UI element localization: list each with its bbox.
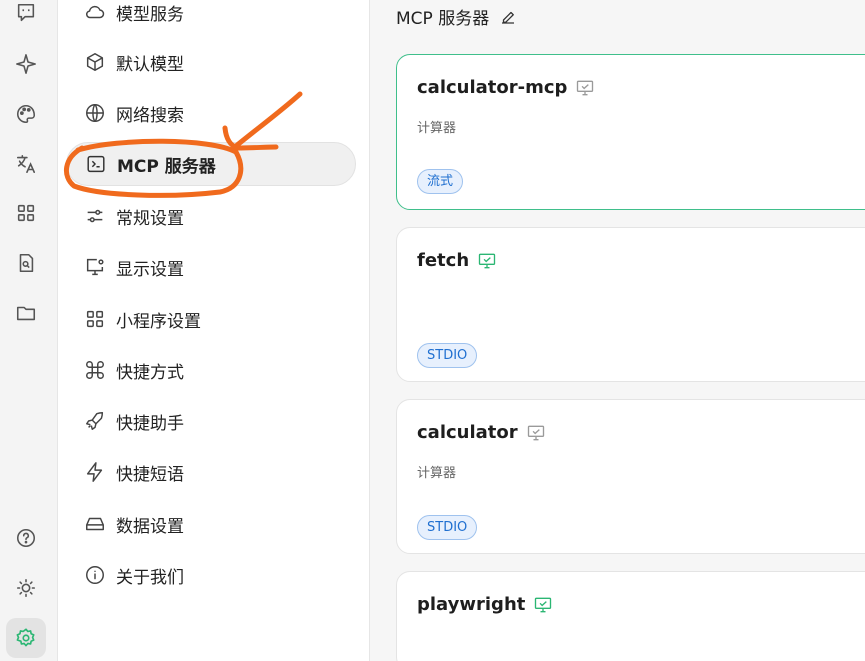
- apps-icon[interactable]: [9, 196, 43, 230]
- cloud-icon: [86, 5, 105, 19]
- server-name: playwright: [417, 594, 526, 615]
- menu-item-label: 快捷方式: [116, 362, 184, 383]
- server-type-tag: STDIO: [417, 515, 478, 540]
- menu-item-quick-assistant[interactable]: 快捷助手: [66, 399, 356, 443]
- menu-item-label: 网络搜索: [116, 105, 184, 126]
- help-icon[interactable]: [9, 521, 43, 555]
- menu-item-data-settings[interactable]: 数据设置: [66, 502, 356, 546]
- app-window: 模型服务 默认模型 网络搜索 MCP 服务器 常规设置 显示设置 小程序设置 快…: [0, 0, 865, 661]
- menu-item-web-search[interactable]: 网络搜索: [66, 91, 356, 135]
- menu-item-label: 显示设置: [116, 259, 184, 280]
- command-icon: [86, 361, 104, 379]
- document-search-icon[interactable]: [9, 246, 43, 280]
- sliders-icon: [87, 209, 103, 223]
- edit-icon[interactable]: [499, 8, 517, 26]
- menu-item-label: 默认模型: [116, 54, 184, 75]
- menu-item-miniapp-settings[interactable]: 小程序设置: [66, 297, 356, 341]
- globe-icon: [86, 104, 104, 122]
- server-name: calculator-mcp: [417, 77, 568, 98]
- mcp-server-panel: MCP 服务器 calculator-mcp 计算器 流式 fetch STDI…: [370, 0, 865, 661]
- monitor-icon: [527, 425, 544, 440]
- server-name: calculator: [417, 422, 518, 443]
- monitor-icon: [535, 597, 552, 612]
- translate-icon[interactable]: [9, 147, 43, 181]
- zap-icon: [86, 462, 103, 482]
- rocket-icon: [86, 412, 104, 430]
- menu-item-display-settings[interactable]: 显示设置: [66, 245, 356, 289]
- sparkle-icon[interactable]: [9, 47, 43, 81]
- cube-icon: [86, 53, 104, 71]
- menu-item-label: MCP 服务器: [117, 156, 216, 177]
- server-card[interactable]: playwright: [396, 571, 865, 661]
- server-name: fetch: [417, 250, 470, 271]
- menu-item-model-service[interactable]: 模型服务: [66, 0, 356, 34]
- menu-item-label: 常规设置: [116, 208, 184, 229]
- server-card[interactable]: calculator-mcp 计算器 流式: [396, 54, 865, 210]
- menu-item-label: 小程序设置: [116, 311, 201, 332]
- menu-item-mcp-servers[interactable]: MCP 服务器: [66, 142, 356, 186]
- server-type-tag: 流式: [417, 169, 464, 194]
- menu-item-shortcuts[interactable]: 快捷方式: [66, 348, 356, 392]
- server-description: 计算器: [417, 466, 457, 481]
- monitor-settings-icon: [86, 258, 104, 276]
- menu-item-label: 数据设置: [116, 516, 184, 537]
- drive-icon: [86, 517, 104, 531]
- server-card[interactable]: fetch STDIO: [396, 227, 865, 382]
- monitor-icon: [577, 80, 594, 95]
- menu-item-quick-phrases[interactable]: 快捷短语: [66, 450, 356, 494]
- page-title: MCP 服务器: [396, 4, 517, 29]
- server-type-tag: STDIO: [417, 343, 478, 368]
- icon-rail: [0, 0, 58, 661]
- menu-item-general-settings[interactable]: 常规设置: [66, 194, 356, 238]
- menu-item-label: 关于我们: [116, 567, 184, 588]
- menu-item-about[interactable]: 关于我们: [66, 553, 356, 597]
- terminal-icon: [87, 155, 105, 173]
- server-description: 计算器: [417, 121, 457, 136]
- theme-icon[interactable]: [9, 571, 43, 605]
- palette-icon[interactable]: [9, 97, 43, 131]
- info-icon: [86, 566, 104, 584]
- folder-icon[interactable]: [9, 296, 43, 330]
- monitor-icon: [478, 253, 496, 268]
- menu-item-label: 快捷助手: [116, 413, 184, 434]
- grid-icon: [86, 310, 104, 328]
- menu-item-default-model[interactable]: 默认模型: [66, 40, 356, 84]
- menu-item-label: 模型服务: [116, 4, 184, 25]
- settings-icon[interactable]: [6, 618, 46, 658]
- settings-menu: 模型服务 默认模型 网络搜索 MCP 服务器 常规设置 显示设置 小程序设置 快…: [58, 0, 370, 661]
- server-card[interactable]: calculator 计算器 STDIO: [396, 399, 865, 554]
- menu-item-label: 快捷短语: [116, 464, 184, 485]
- chat-icon[interactable]: [9, 0, 43, 30]
- page-title-text: MCP 服务器: [396, 9, 490, 29]
